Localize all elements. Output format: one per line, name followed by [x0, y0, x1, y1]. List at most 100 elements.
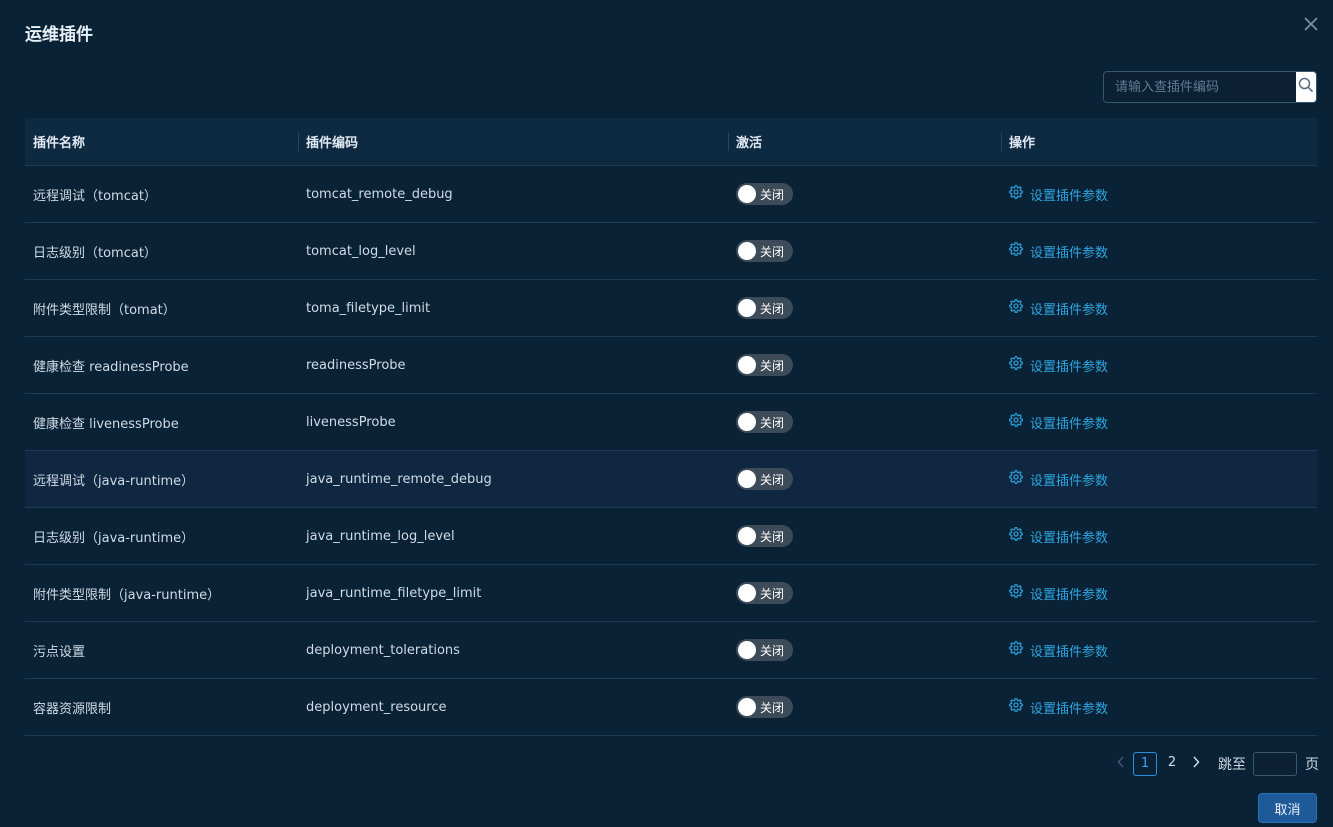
- activate-toggle[interactable]: 关闭: [736, 240, 793, 262]
- action-label: 设置插件参数: [1030, 245, 1109, 261]
- active-cell: 关闭: [728, 508, 1001, 564]
- plugin-table: 插件名称 插件编码 激活 操作 远程调试（tomcat） tomcat_remot…: [25, 118, 1317, 736]
- chevron-right-icon: [1192, 756, 1200, 772]
- page-2-button[interactable]: 2: [1160, 752, 1184, 776]
- toggle-label: 关闭: [760, 529, 785, 544]
- toggle-knob: [738, 641, 756, 659]
- plugin-code: tomcat_log_level: [306, 243, 416, 259]
- pagination: 1 2 跳至 页: [1112, 752, 1319, 776]
- page-unit-label: 页: [1305, 757, 1319, 773]
- table-row: 远程调试（java-runtime） java_runtime_remote_de…: [25, 451, 1317, 508]
- action-label: 设置插件参数: [1030, 416, 1109, 432]
- activate-toggle[interactable]: 关闭: [736, 696, 793, 718]
- search-box: [1103, 71, 1317, 103]
- column-header-action: 操作: [1001, 118, 1317, 165]
- jump-page-input[interactable]: [1253, 752, 1297, 776]
- plugin-code: deployment_resource: [306, 699, 447, 715]
- plugin-code: toma_filetype_limit: [306, 300, 431, 316]
- active-cell: 关闭: [728, 622, 1001, 678]
- table-row: 附件类型限制（java-runtime） java_runtime_filetyp…: [25, 565, 1317, 622]
- next-page-button[interactable]: [1184, 756, 1208, 772]
- activate-toggle[interactable]: 关闭: [736, 525, 793, 547]
- gear-icon: [1009, 641, 1030, 659]
- gear-icon: [1009, 356, 1030, 374]
- table-row: 污点设置 deployment_tolerations 关闭 设置插件参数: [25, 622, 1317, 679]
- active-cell: 关闭: [728, 337, 1001, 393]
- action-cell: 设置插件参数: [1001, 679, 1317, 735]
- action-label: 设置插件参数: [1030, 188, 1109, 204]
- gear-icon: [1009, 698, 1030, 716]
- active-cell: 关闭: [728, 280, 1001, 336]
- plugin-dialog: 运维插件 插件名称 插件编码 激活 操作 远程调试（tomcat） tomcat_…: [0, 0, 1333, 827]
- toggle-knob: [738, 584, 756, 602]
- table-row: 日志级别（java-runtime） java_runtime_log_level…: [25, 508, 1317, 565]
- action-label: 设置插件参数: [1030, 644, 1109, 660]
- set-plugin-params-link[interactable]: 设置插件参数: [1009, 413, 1108, 432]
- plugin-name: 健康检查 readinessProbe: [33, 359, 189, 375]
- toggle-label: 关闭: [760, 301, 785, 316]
- plugin-name: 日志级别（java-runtime）: [33, 530, 195, 546]
- gear-icon: [1009, 185, 1030, 203]
- action-cell: 设置插件参数: [1001, 508, 1317, 564]
- plugin-name: 远程调试（tomcat）: [33, 188, 157, 204]
- action-label: 设置插件参数: [1030, 587, 1109, 603]
- action-cell: 设置插件参数: [1001, 622, 1317, 678]
- toggle-label: 关闭: [760, 472, 785, 487]
- table-row: 健康检查 livenessProbe livenessProbe 关闭 设置插件参数: [25, 394, 1317, 451]
- activate-toggle[interactable]: 关闭: [736, 297, 793, 319]
- toggle-label: 关闭: [760, 586, 785, 601]
- activate-toggle[interactable]: 关闭: [736, 183, 793, 205]
- toggle-knob: [738, 698, 756, 716]
- set-plugin-params-link[interactable]: 设置插件参数: [1009, 242, 1108, 261]
- action-label: 设置插件参数: [1030, 473, 1109, 489]
- toggle-knob: [738, 470, 756, 488]
- toggle-knob: [738, 413, 756, 431]
- chevron-left-icon: [1117, 756, 1125, 772]
- activate-toggle[interactable]: 关闭: [736, 354, 793, 376]
- set-plugin-params-link[interactable]: 设置插件参数: [1009, 299, 1108, 318]
- table-row: 容器资源限制 deployment_resource 关闭 设置插件参数: [25, 679, 1317, 736]
- plugin-name: 健康检查 livenessProbe: [33, 416, 179, 432]
- activate-toggle[interactable]: 关闭: [736, 639, 793, 661]
- search-input[interactable]: [1104, 72, 1296, 102]
- action-cell: 设置插件参数: [1001, 337, 1317, 393]
- gear-icon: [1009, 242, 1030, 260]
- plugin-code: readinessProbe: [306, 357, 406, 373]
- activate-toggle[interactable]: 关闭: [736, 582, 793, 604]
- set-plugin-params-link[interactable]: 设置插件参数: [1009, 698, 1108, 717]
- active-cell: 关闭: [728, 394, 1001, 450]
- active-cell: 关闭: [728, 223, 1001, 279]
- action-label: 设置插件参数: [1030, 302, 1109, 318]
- active-cell: 关闭: [728, 679, 1001, 735]
- prev-page-button[interactable]: [1112, 756, 1130, 772]
- set-plugin-params-link[interactable]: 设置插件参数: [1009, 185, 1108, 204]
- activate-toggle[interactable]: 关闭: [736, 468, 793, 490]
- activate-toggle[interactable]: 关闭: [736, 411, 793, 433]
- plugin-name: 容器资源限制: [33, 701, 112, 717]
- plugin-code: livenessProbe: [306, 414, 396, 430]
- active-cell: 关闭: [728, 451, 1001, 507]
- toggle-knob: [738, 527, 756, 545]
- action-label: 设置插件参数: [1030, 701, 1109, 717]
- plugin-code: deployment_tolerations: [306, 642, 460, 658]
- plugin-code: tomcat_remote_debug: [306, 186, 453, 202]
- action-cell: 设置插件参数: [1001, 223, 1317, 279]
- cancel-button[interactable]: 取消: [1258, 793, 1317, 823]
- action-label: 设置插件参数: [1030, 359, 1109, 375]
- page-1-button[interactable]: 1: [1133, 752, 1157, 776]
- set-plugin-params-link[interactable]: 设置插件参数: [1009, 641, 1108, 660]
- dialog-title: 运维插件: [25, 25, 93, 45]
- set-plugin-params-link[interactable]: 设置插件参数: [1009, 584, 1108, 603]
- table-header: 插件名称 插件编码 激活 操作: [25, 118, 1317, 166]
- action-cell: 设置插件参数: [1001, 280, 1317, 336]
- table-body: 远程调试（tomcat） tomcat_remote_debug 关闭 设置插件参数日…: [25, 166, 1317, 736]
- close-icon[interactable]: [1301, 14, 1321, 34]
- plugin-code: java_runtime_filetype_limit: [306, 585, 482, 601]
- set-plugin-params-link[interactable]: 设置插件参数: [1009, 470, 1108, 489]
- set-plugin-params-link[interactable]: 设置插件参数: [1009, 527, 1108, 546]
- gear-icon: [1009, 299, 1030, 317]
- search-button[interactable]: [1296, 72, 1316, 102]
- gear-icon: [1009, 527, 1030, 545]
- column-header-name: 插件名称: [33, 136, 86, 151]
- set-plugin-params-link[interactable]: 设置插件参数: [1009, 356, 1108, 375]
